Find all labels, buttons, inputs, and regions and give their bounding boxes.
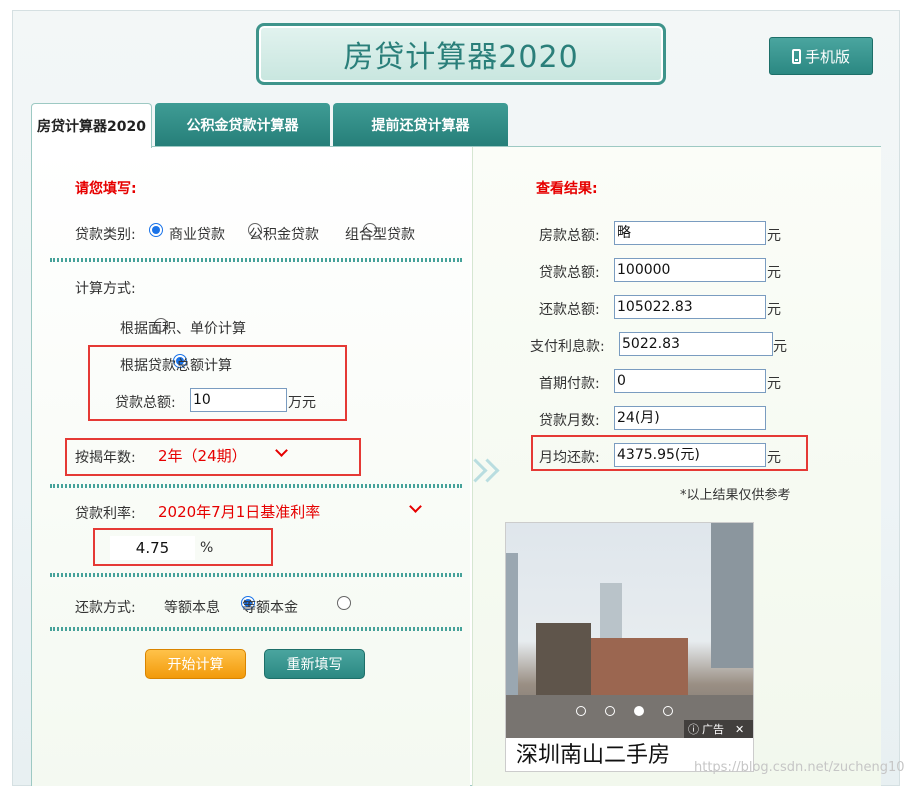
result-label-house-total: 房款总额: [539,228,600,244]
carousel-dot-active[interactable] [634,706,644,716]
ad-info-icon: ⓘ [688,723,699,736]
divider [50,484,462,488]
tab-mortgage-calculator[interactable]: 房贷计算器2020 [31,103,152,148]
result-interest-field: 5022.83 [619,332,773,356]
loan-type-commercial: 商业贷款 [169,227,225,243]
result-months-field: 24(月) [614,406,766,430]
loan-type-combined: 组合型贷款 [345,227,415,243]
loan-type-provident: 公积金贷款 [249,227,319,243]
carousel-dots [576,706,673,716]
rate-percent-unit: % [200,540,214,556]
years-select[interactable]: 2年（24期） [158,445,247,466]
result-label-months: 贷款月数: [539,413,600,429]
mobile-version-button[interactable]: 手机版 [769,37,873,75]
divider [50,573,462,577]
page-title-box: 房贷计算器2020 [256,23,666,85]
result-down-payment-field: 0 [614,369,766,393]
years-label: 按揭年数: [75,450,136,466]
watermark: https://blog.csdn.net/zucheng10 [694,760,905,775]
tab-prepayment-calculator[interactable]: 提前还贷计算器 [333,103,508,146]
loan-type-label: 贷款类别: [75,227,136,243]
repay-equal-principal: 等额本金 [242,600,298,616]
calc-method-label: 计算方式: [75,281,136,297]
carousel-dot[interactable] [576,706,586,716]
ad-photo: ⓘ 广告 ✕ [506,523,753,738]
building-right [711,523,753,668]
results-heading: 查看结果: [536,181,598,197]
radio-commercial-loan[interactable] [149,223,163,237]
loan-total-unit: 万元 [288,395,316,411]
result-unit: 元 [767,450,781,466]
close-icon[interactable]: ✕ [735,723,744,736]
carousel-dot[interactable] [663,706,673,716]
loan-total-label: 贷款总额: [115,395,176,411]
ad-banner[interactable]: ⓘ 广告 ✕ 深圳南山二手房 [505,522,754,772]
result-unit: 元 [767,228,781,244]
station-building [588,638,688,698]
tab-provident-fund-calculator[interactable]: 公积金贷款计算器 [155,103,330,146]
result-unit: 元 [767,302,781,318]
calc-method-loan-total: 根据贷款总额计算 [120,358,232,374]
result-unit: 元 [773,339,787,355]
page-title: 房贷计算器2020 [343,40,579,75]
radio-equal-principal[interactable] [336,596,351,610]
repay-method-label: 还款方式: [75,600,136,616]
mobile-version-label: 手机版 [804,47,850,66]
ad-caption: 深圳南山二手房 [516,743,671,768]
result-label-loan-total: 贷款总额: [539,265,600,281]
result-monthly-field: 4375.95(元) [614,443,766,467]
result-repay-total-field: 105022.83 [614,295,766,319]
reset-button[interactable]: 重新填写 [264,649,365,679]
result-label-interest: 支付利息款: [530,339,605,355]
start-calculate-button[interactable]: 开始计算 [145,649,246,679]
repay-equal-installment: 等额本息 [164,600,220,616]
result-label-monthly: 月均还款: [539,450,600,466]
result-note: *以上结果仅供参考 [680,488,791,503]
form-heading: 请您填写: [75,181,137,197]
loan-total-input[interactable]: 10 [190,388,287,412]
result-label-repay-total: 还款总额: [539,302,600,318]
ad-badge-label: 广告 [702,723,724,736]
divider [50,627,462,631]
tree [536,623,591,703]
ad-badge[interactable]: ⓘ 广告 ✕ [684,720,753,738]
building-left [506,553,518,703]
result-loan-total-field: 100000 [614,258,766,282]
result-unit: 元 [767,265,781,281]
phone-icon [791,48,801,64]
rate-percent-input[interactable]: 4.75 [110,536,195,560]
result-house-total-field: 略 [614,221,766,245]
divider [50,258,462,262]
carousel-dot[interactable] [605,706,615,716]
result-label-down-payment: 首期付款: [539,376,600,392]
rate-select[interactable]: 2020年7月1日基准利率 [158,501,320,522]
result-unit: 元 [767,376,781,392]
calc-method-area-price: 根据面积、单价计算 [120,321,246,337]
rate-label: 贷款利率: [75,506,136,522]
